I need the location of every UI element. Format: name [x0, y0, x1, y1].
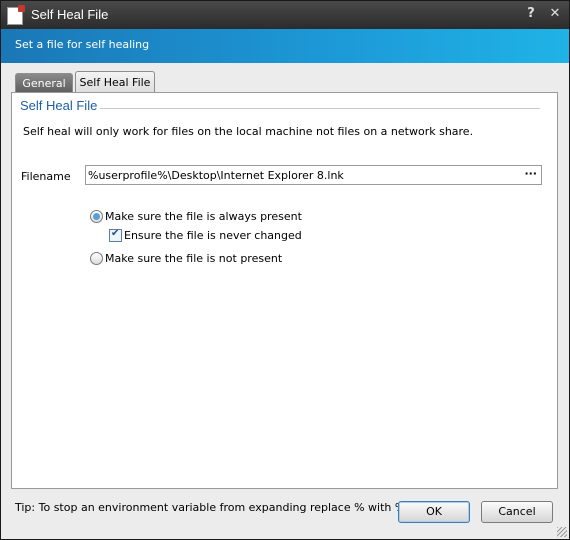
always-present-radio[interactable]: [90, 210, 103, 223]
close-button[interactable]: ✕: [547, 6, 563, 22]
dialog-window: Self Heal File ? ✕ Set a file for self h…: [0, 0, 570, 540]
browse-button[interactable]: ···: [524, 167, 537, 180]
cancel-button[interactable]: Cancel: [481, 501, 553, 523]
filename-label: Filename: [21, 170, 71, 183]
tip-text: Tip: To stop an environment variable fro…: [15, 501, 420, 514]
not-present-label[interactable]: Make sure the file is not present: [105, 252, 282, 265]
always-present-label[interactable]: Make sure the file is always present: [105, 210, 302, 223]
help-button[interactable]: ?: [523, 6, 539, 22]
section-title: Self Heal File: [20, 98, 98, 113]
section-description: Self heal will only work for files on th…: [23, 125, 474, 138]
tab-self-heal-file[interactable]: Self Heal File: [75, 71, 155, 94]
document-icon: [7, 5, 25, 25]
never-changed-checkbox[interactable]: [109, 228, 122, 242]
tab-panel: Self Heal File Self heal will only work …: [11, 92, 558, 489]
section-divider: [100, 108, 540, 109]
never-changed-label[interactable]: Ensure the file is never changed: [124, 229, 302, 242]
header-text: Set a file for self healing: [15, 38, 150, 51]
header-banner: Set a file for self healing: [1, 29, 569, 63]
ok-button[interactable]: OK: [398, 501, 470, 523]
resize-grip[interactable]: [557, 527, 567, 537]
filename-field[interactable]: ···: [85, 165, 542, 185]
window-title: Self Heal File: [31, 7, 109, 22]
filename-input[interactable]: [88, 167, 508, 183]
tab-general[interactable]: General: [15, 73, 73, 93]
not-present-radio[interactable]: [90, 252, 103, 265]
title-bar[interactable]: Self Heal File ? ✕: [1, 1, 569, 29]
